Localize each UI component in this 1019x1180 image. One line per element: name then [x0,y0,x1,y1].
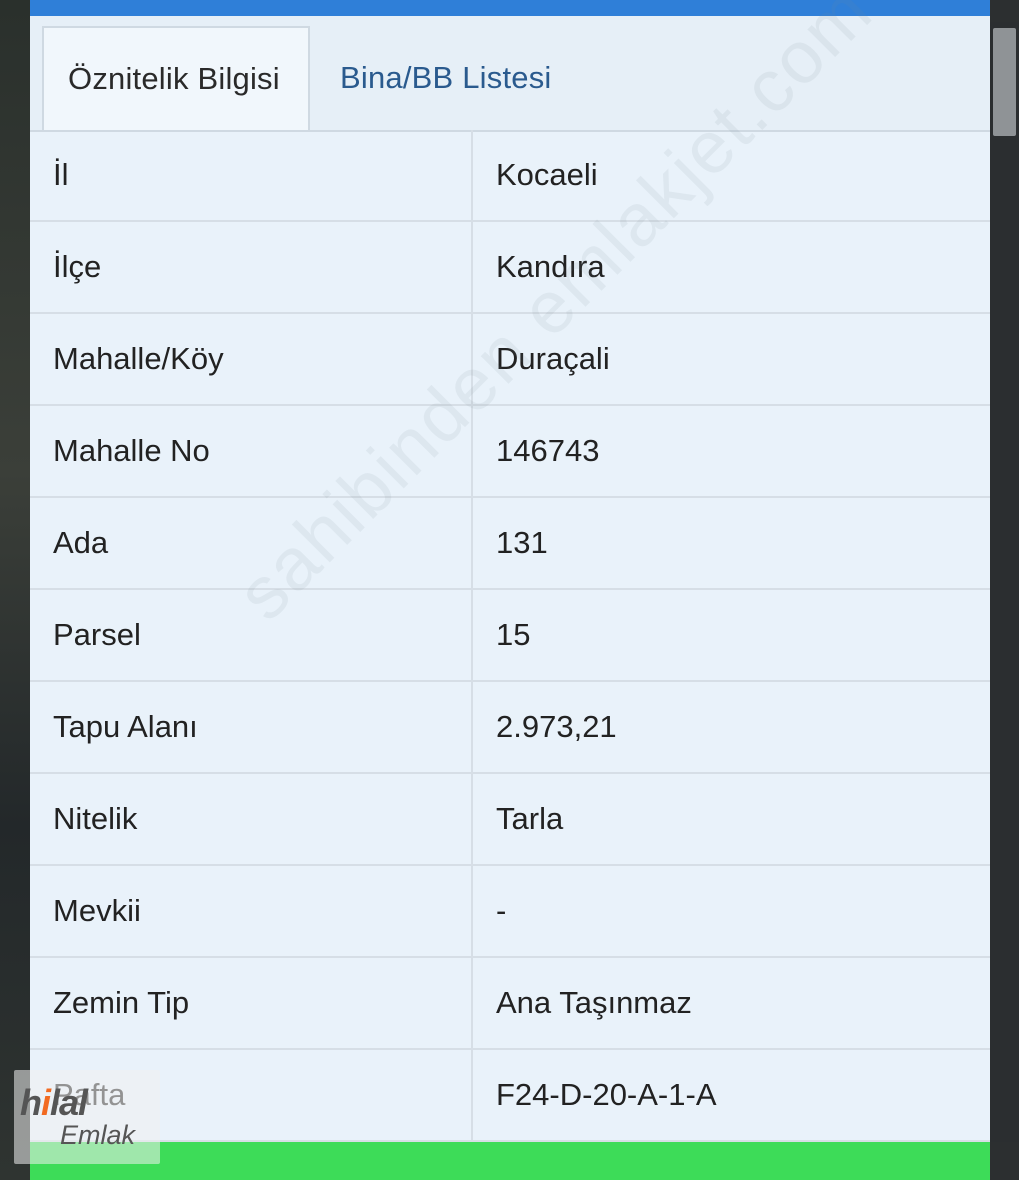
table-row: Nitelik Tarla [30,774,990,866]
attribute-label: Parsel [30,590,473,680]
attribute-label: Nitelik [30,774,473,864]
table-row: Mahalle/Köy Duraçali [30,314,990,406]
tab-bina-bb-listesi[interactable]: Bina/BB Listesi [340,26,600,130]
attribute-value: - [496,893,507,928]
parcel-info-panel: Öznitelik Bilgisi Bina/BB Listesi İl Koc… [30,0,990,1142]
attribute-value: F24-D-20-A-1-A [496,1077,717,1112]
attribute-value: Ana Taşınmaz [496,985,692,1020]
attribute-label: Ada [30,498,473,588]
attribute-label: İlçe [30,222,473,312]
attribute-value: Kandıra [496,249,605,284]
tab-bar: Öznitelik Bilgisi Bina/BB Listesi [30,16,990,132]
map-background-left [0,0,30,1180]
table-row: Ada 131 [30,498,990,590]
attribute-table: İl Kocaeli İlçe Kandıra Mahalle/Köy Dura… [30,130,990,1142]
attribute-label: İl [30,130,473,220]
logo-brand: hilal [20,1082,88,1123]
attribute-value: 131 [496,525,548,560]
attribute-label: Mahalle No [30,406,473,496]
attribute-label: Mevkii [30,866,473,956]
attribute-value: Kocaeli [496,157,598,192]
attribute-label: Zemin Tip [30,958,473,1048]
vertical-scrollbar[interactable] [990,22,1019,1142]
table-row: Mevkii - [30,866,990,958]
table-row: İlçe Kandıra [30,222,990,314]
hilal-emlak-logo: hilal Emlak [14,1070,160,1164]
table-row: Zemin Tip Ana Taşınmaz [30,958,990,1050]
scrollbar-thumb[interactable] [993,28,1016,136]
attribute-value: 2.973,21 [496,709,617,744]
table-row: Parsel 15 [30,590,990,682]
table-row: Tapu Alanı 2.973,21 [30,682,990,774]
attribute-label: Mahalle/Köy [30,314,473,404]
attribute-value: Tarla [496,801,564,836]
tab-label: Öznitelik Bilgisi [68,61,280,96]
table-row: Pafta F24-D-20-A-1-A [30,1050,990,1142]
tab-label: Bina/BB Listesi [340,60,552,95]
bottom-status-bar [30,1142,990,1180]
attribute-value: 15 [496,617,531,652]
logo-subtitle: Emlak [60,1120,136,1150]
table-row: Mahalle No 146743 [30,406,990,498]
attribute-label: Tapu Alanı [30,682,473,772]
attribute-value: Duraçali [496,341,610,376]
tab-oznitelik-bilgisi[interactable]: Öznitelik Bilgisi [42,26,310,130]
attribute-value: 146743 [496,433,600,468]
table-row: İl Kocaeli [30,130,990,222]
